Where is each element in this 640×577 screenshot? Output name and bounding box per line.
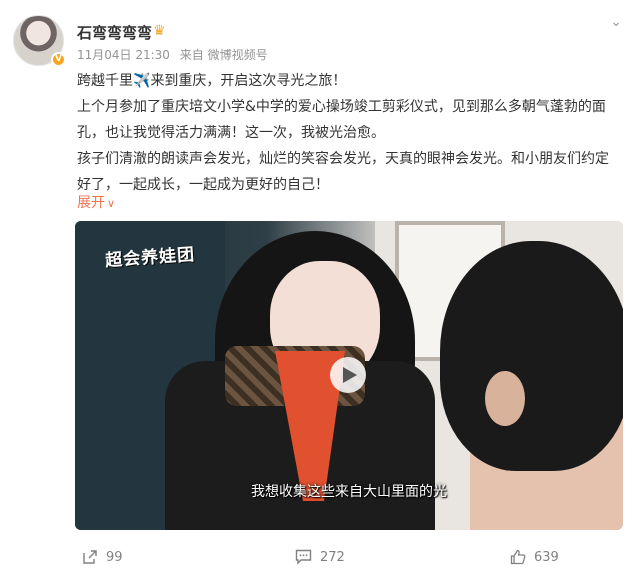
comment-count: 272 xyxy=(320,549,345,565)
share-icon xyxy=(83,550,97,564)
airplane-icon: ✈️ xyxy=(133,73,151,89)
share-count: 99 xyxy=(106,549,123,565)
verified-badge: V xyxy=(51,52,66,67)
chevron-down-icon[interactable]: ⌄ xyxy=(610,14,622,30)
post-meta: 11月04日 21:30 来自 微博视频号 xyxy=(77,46,274,63)
post-date[interactable]: 11月04日 21:30 xyxy=(77,48,170,62)
crown-icon: ♛ xyxy=(153,23,166,39)
username[interactable]: 石弯弯弯弯 xyxy=(77,22,152,43)
like-count: 639 xyxy=(534,549,559,565)
post-content: 跨越千里✈️来到重庆，开启这次寻光之旅！ 上个月参加了重庆培文小学&中学的爱心操… xyxy=(77,68,622,198)
post-paragraph-3: 孩子们清澈的朗读声会发光，灿烂的笑容会发光，天真的眼神会发光。和小朋友们约定好了… xyxy=(77,151,609,193)
comment-button[interactable]: 272 xyxy=(295,549,345,565)
post-source: 来自 微博视频号 xyxy=(179,48,268,62)
video-subtitle: 我想收集这些来自大山里面的光 xyxy=(251,484,447,500)
like-button[interactable]: 639 xyxy=(510,549,559,565)
chevron-down-icon: ∨ xyxy=(107,197,116,210)
action-bar: 99 272 639 xyxy=(0,545,640,575)
comment-icon xyxy=(295,549,312,565)
play-button[interactable] xyxy=(330,357,366,393)
thumbs-up-icon xyxy=(510,549,526,565)
play-icon xyxy=(343,367,357,383)
share-button[interactable]: 99 xyxy=(82,549,123,565)
post-paragraph-1: 跨越千里✈️来到重庆，开启这次寻光之旅！ xyxy=(77,73,347,89)
video-player[interactable]: 超会养娃团 我想收集这些来自大山里面的光 xyxy=(75,221,623,530)
post-paragraph-2: 上个月参加了重庆培文小学&中学的爱心操场竣工剪彩仪式，见到那么多朝气蓬勃的面孔，… xyxy=(77,99,606,141)
expand-link[interactable]: 展开 ∨ xyxy=(77,192,115,212)
